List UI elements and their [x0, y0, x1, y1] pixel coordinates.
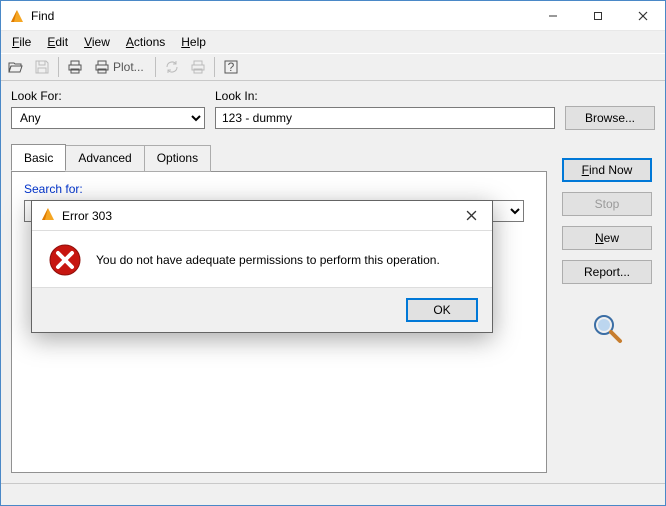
close-button[interactable]	[620, 1, 665, 30]
dialog-message: You do not have adequate permissions to …	[96, 253, 440, 267]
menubar: File Edit View Actions Help	[1, 31, 665, 53]
statusbar	[1, 483, 665, 505]
searchfor-label: Search for:	[24, 182, 534, 196]
browse-button[interactable]: Browse...	[565, 106, 655, 130]
dialog-close-button[interactable]	[450, 201, 492, 230]
maximize-button[interactable]	[575, 1, 620, 30]
toolbar: Plot... ?	[1, 53, 665, 81]
error-dialog: Error 303 You do not have adequate permi…	[31, 200, 493, 333]
find-window: Find File Edit View Actions Help Plot...…	[0, 0, 666, 506]
magnifier-icon	[589, 310, 625, 349]
report-button[interactable]: Report...	[562, 260, 652, 284]
input-labels-row: Look For: Look In:	[11, 89, 655, 103]
help-icon[interactable]: ?	[219, 55, 243, 79]
lookin-label: Look In:	[215, 89, 258, 103]
app-icon	[9, 8, 25, 24]
right-column: Find Now Stop New Report...	[559, 144, 655, 473]
toolbar-separator	[155, 57, 156, 77]
print-icon[interactable]	[63, 55, 87, 79]
tabs: Basic Advanced Options	[11, 144, 547, 171]
lookin-input[interactable]	[215, 107, 555, 129]
toolbar-separator	[214, 57, 215, 77]
find-now-button[interactable]: Find Now	[562, 158, 652, 182]
menu-view[interactable]: View	[77, 33, 117, 51]
plot-label: Plot...	[113, 60, 144, 74]
stop-button: Stop	[562, 192, 652, 216]
lookfor-label: Look For:	[11, 89, 205, 103]
tab-advanced[interactable]: Advanced	[65, 145, 144, 172]
input-row: Any Browse...	[11, 106, 655, 130]
plot-button[interactable]: Plot...	[89, 55, 151, 79]
dialog-title: Error 303	[62, 209, 450, 223]
dialog-ok-button[interactable]: OK	[406, 298, 478, 322]
minimize-button[interactable]	[530, 1, 575, 30]
menu-file[interactable]: File	[5, 33, 38, 51]
print2-icon[interactable]	[186, 55, 210, 79]
dialog-titlebar: Error 303	[32, 201, 492, 231]
svg-text:?: ?	[227, 60, 234, 74]
tab-options[interactable]: Options	[144, 145, 211, 172]
refresh-icon[interactable]	[160, 55, 184, 79]
app-icon	[40, 206, 56, 225]
new-button[interactable]: New	[562, 226, 652, 250]
tab-basic[interactable]: Basic	[11, 144, 66, 171]
save-icon[interactable]	[30, 55, 54, 79]
window-title: Find	[31, 9, 530, 23]
error-icon	[48, 243, 82, 277]
titlebar: Find	[1, 1, 665, 31]
toolbar-separator	[58, 57, 59, 77]
lookfor-select[interactable]: Any	[11, 107, 205, 129]
dialog-button-row: OK	[32, 287, 492, 332]
dialog-body: You do not have adequate permissions to …	[32, 231, 492, 287]
plot-icon	[94, 59, 110, 75]
menu-help[interactable]: Help	[174, 33, 213, 51]
open-icon[interactable]	[4, 55, 28, 79]
menu-actions[interactable]: Actions	[119, 33, 172, 51]
menu-edit[interactable]: Edit	[40, 33, 75, 51]
